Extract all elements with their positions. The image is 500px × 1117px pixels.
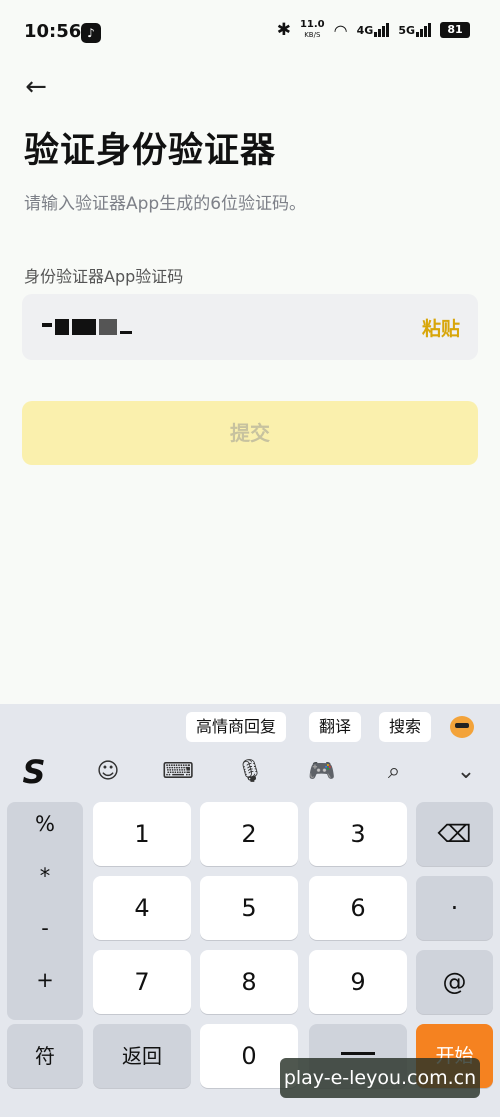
tiktok-icon: ♪ (81, 23, 101, 43)
digit-key[interactable]: 9 (309, 950, 407, 1014)
symbol-key[interactable]: + (7, 968, 83, 992)
symbol-key[interactable]: * (7, 864, 83, 888)
emoji-icon[interactable]: ☺ (88, 752, 128, 792)
code-field-label: 身份验证器App验证码 (24, 267, 184, 286)
search-icon[interactable]: ⌕ (374, 752, 414, 792)
wifi-icon: ◠ (333, 20, 348, 40)
status-time: 10:56 (24, 21, 82, 42)
digit-key[interactable]: 1 (93, 802, 191, 866)
suggestion-item[interactable]: 搜索 (379, 712, 432, 742)
watermark: play-e-leyou.com.cn (280, 1058, 480, 1098)
suggestion-item[interactable]: 高情商回复 (186, 712, 287, 742)
digit-key[interactable]: 2 (200, 802, 298, 866)
symbol-key[interactable]: - (7, 916, 83, 940)
battery-indicator: 81 (440, 22, 470, 38)
mascot-icon[interactable] (450, 716, 474, 738)
masked-code-value (42, 319, 132, 335)
signal-5g-label: 5G (398, 24, 415, 37)
digit-key[interactable]: 6 (309, 876, 407, 940)
code-input[interactable]: 粘贴 (22, 294, 478, 360)
digit-key[interactable]: 7 (93, 950, 191, 1014)
symbol-key[interactable]: % (7, 812, 83, 836)
paste-button[interactable]: 粘贴 (422, 314, 460, 341)
keyboard-toolbar: S ☺ ⌨ 🎙 🎮 ⌕ ⌄ (0, 752, 500, 792)
digit-key[interactable]: 4 (93, 876, 191, 940)
microphone-icon[interactable]: 🎙 (230, 752, 270, 792)
symbol-mode-key[interactable]: 符 (7, 1024, 83, 1088)
keyboard: 高情商回复 翻译 搜索 S ☺ ⌨ 🎙 🎮 ⌕ ⌄ % * - + 1 2 3 … (0, 704, 500, 1117)
signal-4g-label: 4G (356, 24, 374, 37)
status-bar: 10:56 ♪ ✱ 11.0 KB/S ◠ 4G 5G 81 (0, 0, 500, 64)
s-logo-icon[interactable]: S (14, 752, 54, 792)
signal-5g: 5G (398, 23, 431, 37)
gamepad-icon[interactable]: 🎮 (302, 752, 342, 792)
symbol-column[interactable]: % * - + (7, 802, 83, 1020)
dot-key[interactable]: · (416, 876, 493, 940)
network-speed: 11.0 KB/S (300, 20, 325, 40)
back-button[interactable]: ← (18, 70, 54, 106)
suggestion-item[interactable]: 翻译 (309, 712, 362, 742)
keyboard-icon[interactable]: ⌨ (158, 752, 198, 792)
digit-key[interactable]: 5 (200, 876, 298, 940)
submit-button[interactable]: 提交 (22, 401, 478, 465)
signal-4g: 4G (357, 23, 390, 37)
network-speed-unit: KB/S (304, 31, 321, 39)
page-title: 验证身份验证器 (24, 131, 277, 171)
chevron-down-icon[interactable]: ⌄ (446, 752, 486, 792)
status-icons: ✱ 11.0 KB/S ◠ 4G 5G 81 (277, 20, 470, 40)
network-speed-value: 11.0 (299, 19, 325, 30)
at-key[interactable]: @ (416, 950, 493, 1014)
return-key[interactable]: 返回 (93, 1024, 191, 1088)
arrow-left-icon: ← (25, 72, 47, 102)
digit-key[interactable]: 3 (309, 802, 407, 866)
backspace-icon: ⌫ (437, 820, 472, 848)
space-icon (341, 1052, 375, 1055)
delete-key[interactable]: ⌫ (416, 802, 493, 866)
page-subtitle: 请输入验证器App生成的6位验证码。 (24, 194, 307, 214)
bluetooth-icon: ✱ (276, 20, 291, 40)
digit-key[interactable]: 8 (200, 950, 298, 1014)
